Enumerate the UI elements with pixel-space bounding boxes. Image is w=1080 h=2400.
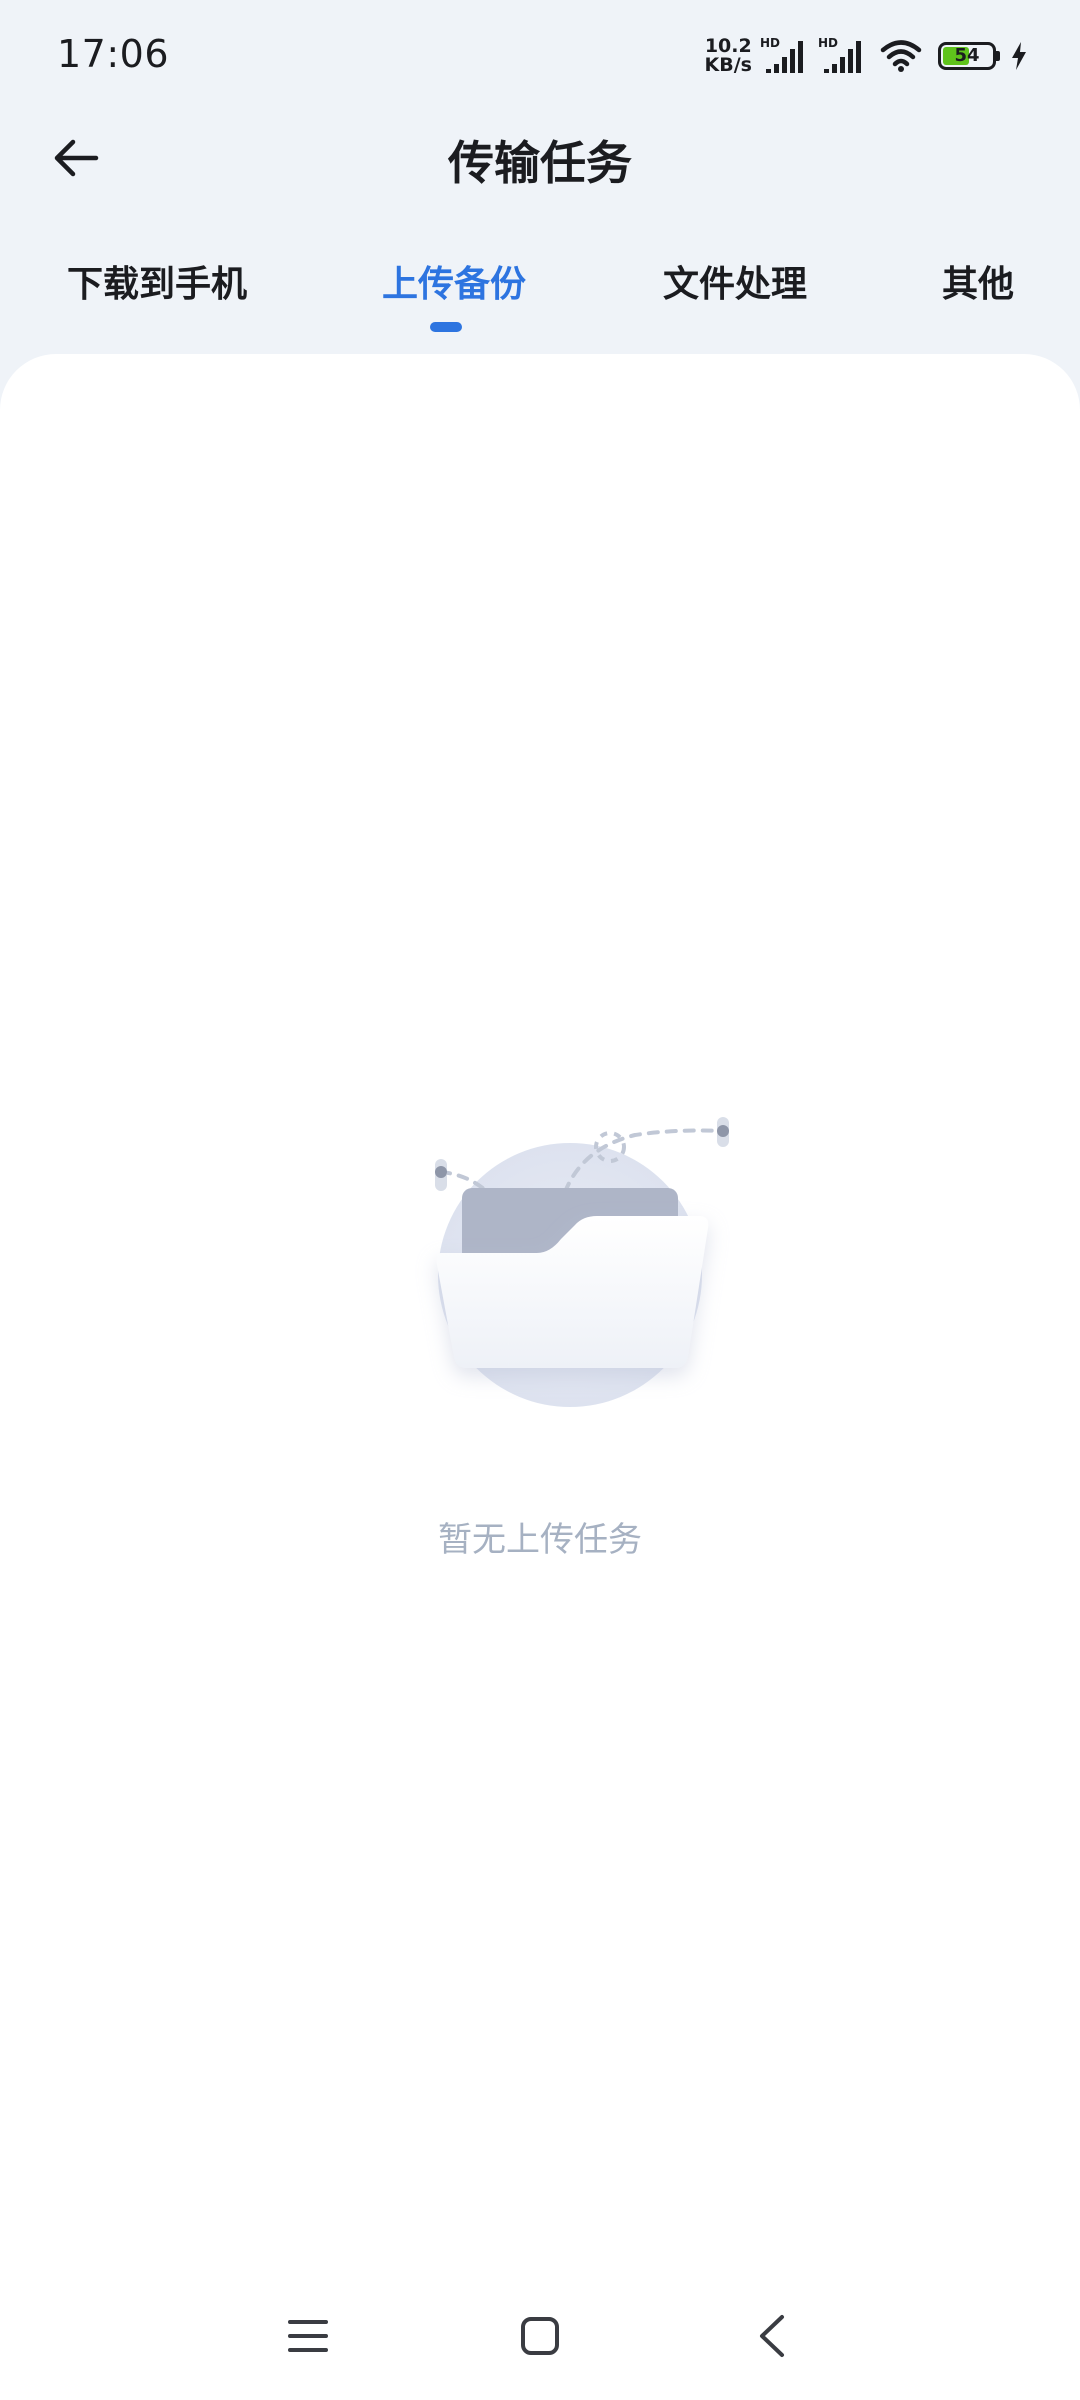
nav-home-button[interactable]: [500, 2296, 580, 2376]
network-speed-unit: KB/s: [704, 54, 752, 76]
status-icons: 10.2 KB/s HD HD 54: [705, 34, 1028, 78]
wifi-icon: [880, 40, 922, 72]
menu-icon: [288, 2320, 328, 2352]
empty-state-message: 暂无上传任务: [438, 1520, 642, 1560]
home-icon: [521, 2317, 559, 2355]
network-speed: 10.2 KB/s: [705, 37, 752, 75]
charging-bolt-icon: [1012, 42, 1026, 70]
back-button[interactable]: [40, 122, 112, 194]
status-bar: 17:06 10.2 KB/s HD HD 54: [0, 0, 1080, 115]
signal-icon-sim1: HD: [760, 37, 806, 75]
battery-level: 54: [954, 45, 980, 66]
battery-icon: 54: [938, 42, 996, 70]
back-chevron-icon: [760, 2315, 784, 2357]
tab-download-to-phone[interactable]: 下载到手机: [67, 255, 247, 307]
arrow-left-icon: [54, 139, 99, 177]
tab-file-processing[interactable]: 文件处理: [663, 255, 807, 307]
empty-folder-icon: [435, 1117, 729, 1407]
battery-tip: [996, 51, 1000, 61]
signal-icon-sim2: HD: [818, 37, 864, 75]
tab-upload-backup[interactable]: 上传备份: [382, 255, 526, 307]
nav-back-button[interactable]: [732, 2296, 812, 2376]
page-title: 传输任务: [448, 136, 632, 190]
tab-other[interactable]: 其他: [942, 255, 1014, 307]
nav-menu-button[interactable]: [268, 2296, 348, 2376]
tab-active-indicator: [430, 322, 462, 332]
status-time: 17:06: [57, 32, 170, 76]
